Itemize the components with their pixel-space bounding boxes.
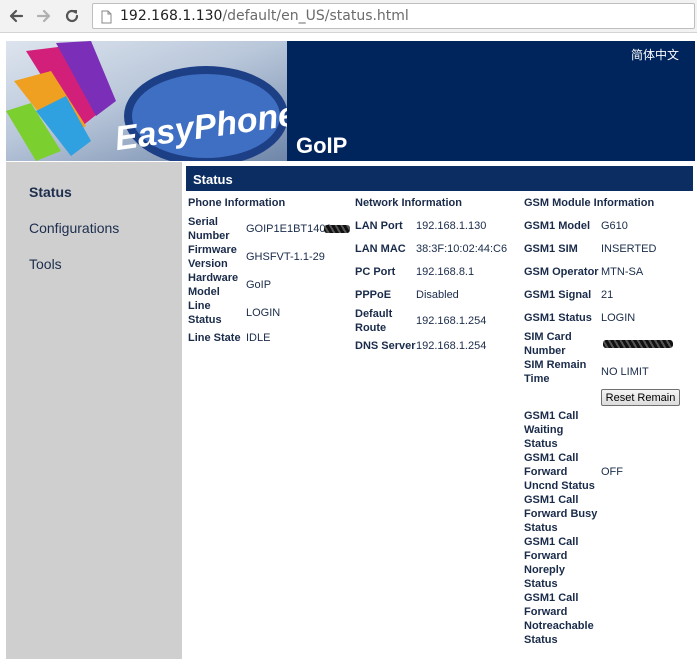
call-forward-noreply-status-label: GSM1 Call Forward Noreply Status — [524, 536, 579, 590]
line-state-value: IDLE — [246, 332, 271, 344]
hardware-model-value: GoIP — [246, 279, 272, 291]
sidebar-item-configurations[interactable]: Configurations — [29, 220, 119, 236]
dns-server-label: DNS Server — [355, 340, 416, 352]
default-route-value: 192.168.1.254 — [416, 315, 487, 327]
sim-remain-time-label: SIM Remain Time — [524, 359, 587, 385]
call-forward-uncnd-status-value: OFF — [601, 466, 623, 478]
redaction-mark — [324, 225, 350, 233]
language-link[interactable]: 简体中文 — [631, 46, 679, 63]
pppoe-label: PPPoE — [355, 289, 392, 301]
gsm-operator-value: MTN-SA — [601, 266, 644, 278]
sidebar-item-tools[interactable]: Tools — [29, 256, 62, 272]
lan-mac-label: LAN MAC — [355, 243, 406, 255]
pppoe-value: Disabled — [416, 289, 459, 301]
call-waiting-status-label: GSM1 Call Waiting Status — [524, 410, 579, 450]
header-banner: EasyPhone 简体中文 GoIP — [6, 41, 695, 161]
network-info-heading: Network Information — [355, 197, 462, 209]
product-title: GoIP — [296, 133, 348, 158]
call-forward-busy-status-label: GSM1 Call Forward Busy Status — [524, 494, 598, 534]
gsm-operator-label: GSM Operator — [524, 266, 599, 278]
lan-port-label: LAN Port — [355, 220, 403, 232]
sim-card-number-label: SIM Card Number — [524, 331, 572, 357]
sim-remain-time-value: NO LIMIT — [601, 366, 649, 378]
back-arrow-icon[interactable] — [6, 6, 26, 26]
easyphone-logo: EasyPhone — [6, 41, 287, 161]
serial-number-label: Serial Number — [188, 216, 230, 242]
sidebar: Status Configurations Tools — [6, 162, 182, 659]
call-forward-notreachable-status-label: GSM1 Call Forward Notreachable Status — [524, 592, 594, 646]
line-status-label: Line Status — [188, 300, 222, 326]
gsm-sim-value: INSERTED — [601, 243, 657, 255]
pc-port-label: PC Port — [355, 266, 396, 278]
line-state-label: Line State — [188, 332, 241, 344]
gsm-status-label: GSM1 Status — [524, 312, 592, 324]
reset-remain-button[interactable]: Reset Remain — [601, 389, 680, 406]
forward-arrow-icon[interactable] — [34, 6, 54, 26]
gsm-signal-label: GSM1 Signal — [524, 289, 592, 301]
gsm-status-value: LOGIN — [601, 312, 636, 324]
line-status-value: LOGIN — [246, 307, 281, 319]
default-route-label: Default Route — [355, 308, 393, 334]
page-icon — [101, 10, 112, 27]
lan-mac-value: 38:3F:10:02:44:C6 — [416, 243, 508, 255]
reload-icon[interactable] — [62, 6, 82, 26]
gsm-model-label: GSM1 Model — [524, 220, 591, 232]
firmware-version-label: Firmware Version — [188, 244, 237, 270]
gsm-signal-value: 21 — [601, 289, 614, 301]
call-forward-uncnd-status-label: GSM1 Call Forward Uncnd Status — [524, 452, 595, 492]
browser-toolbar: 192.168.1.130/default/en_US/status.html — [0, 0, 697, 33]
section-title-bar: Status — [186, 166, 693, 191]
url-text: 192.168.1.130/default/en_US/status.html — [120, 8, 409, 24]
gsm-info-heading: GSM Module Information — [524, 197, 655, 209]
pc-port-value: 192.168.8.1 — [416, 266, 475, 278]
serial-number-value: GOIP1E1BT1406 — [246, 223, 332, 235]
sidebar-item-status[interactable]: Status — [29, 184, 72, 200]
dns-server-value: 192.168.1.254 — [416, 340, 487, 352]
address-bar[interactable]: 192.168.1.130/default/en_US/status.html — [92, 3, 695, 29]
lan-port-value: 192.168.1.130 — [416, 220, 487, 232]
phone-info-heading: Phone Information — [188, 197, 286, 209]
section-title: Status — [193, 172, 233, 187]
hardware-model-label: Hardware Model — [188, 272, 239, 298]
firmware-version-value: GHSFVT-1.1-29 — [246, 251, 325, 263]
redaction-mark — [603, 340, 673, 348]
gsm-sim-label: GSM1 SIM — [524, 243, 578, 255]
gsm-model-value: G610 — [601, 220, 628, 232]
